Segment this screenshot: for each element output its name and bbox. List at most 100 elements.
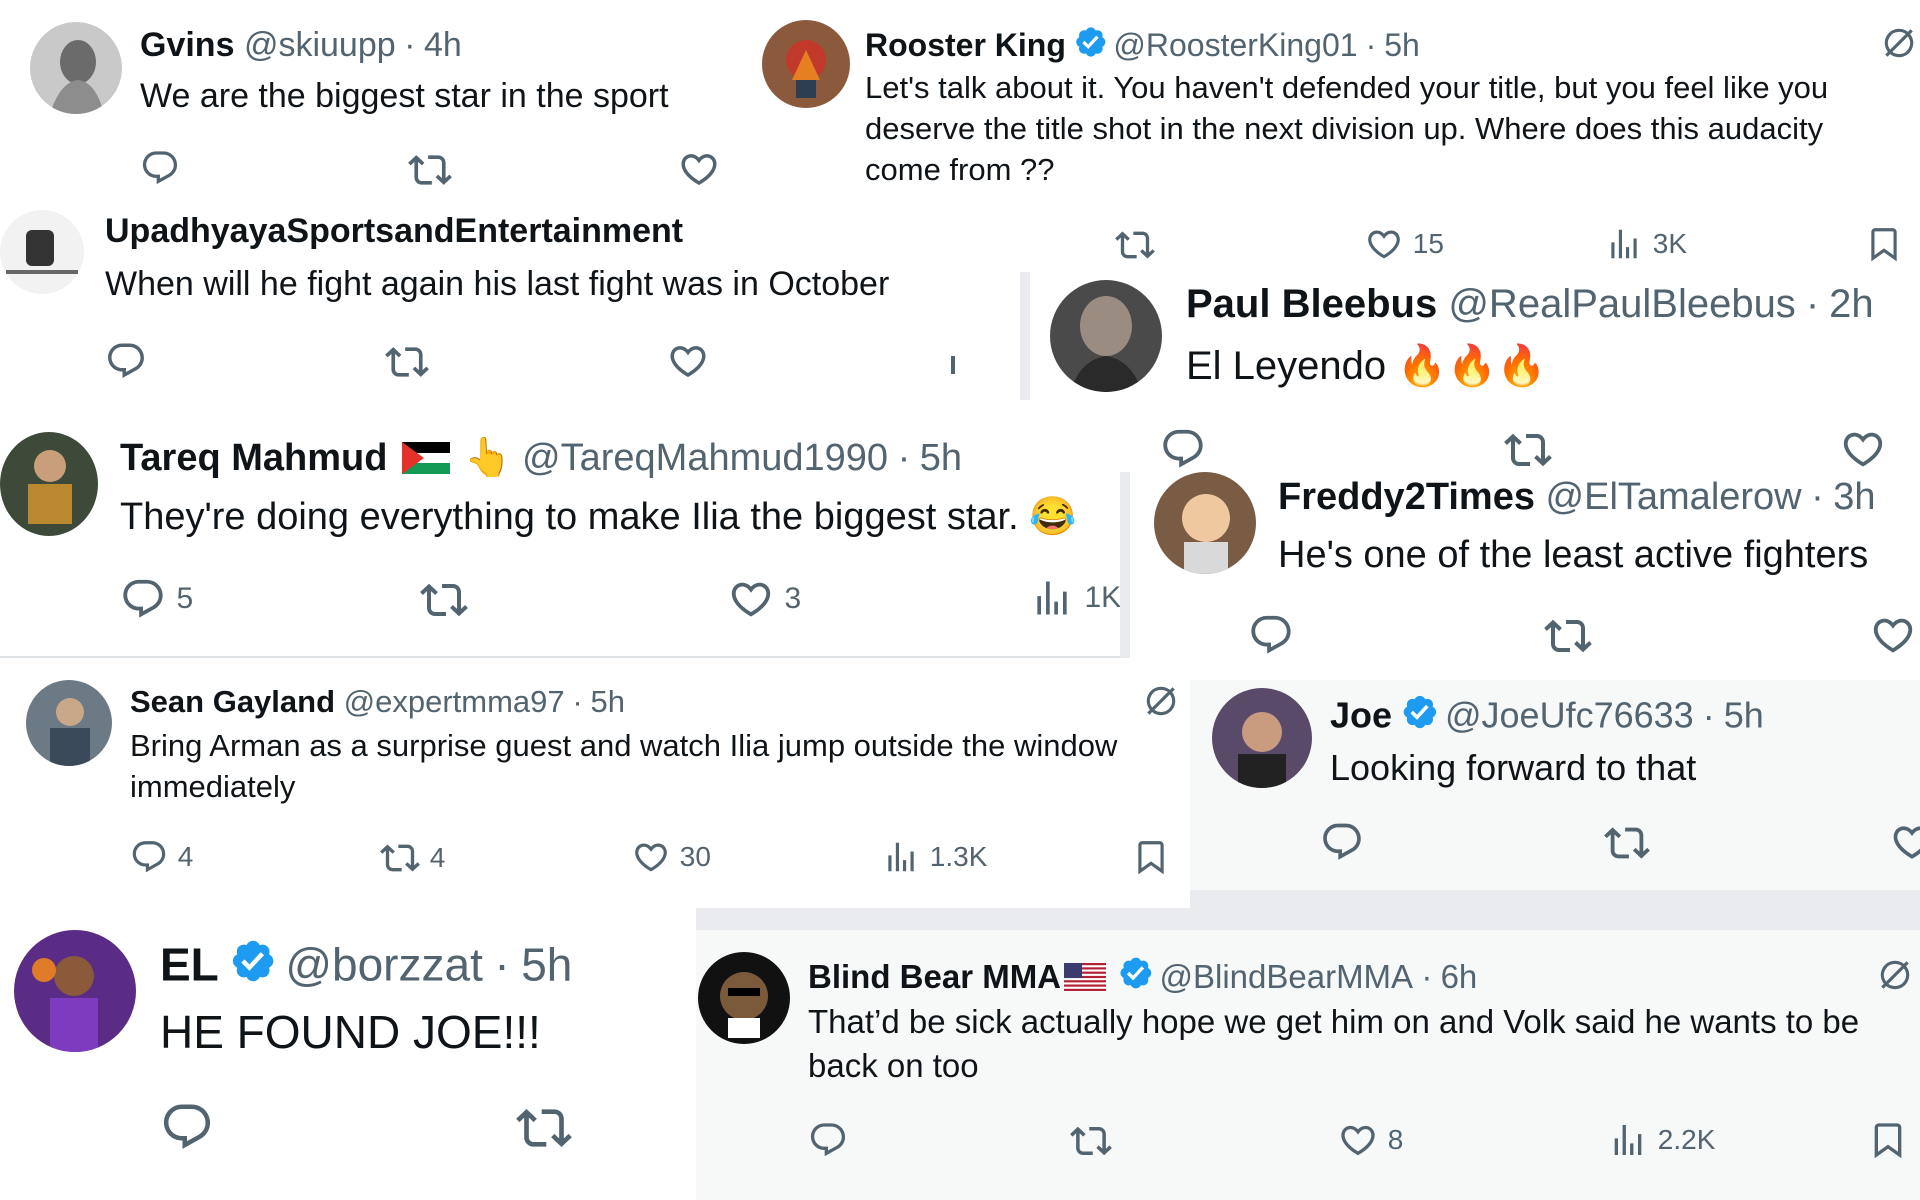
retweet-button[interactable] <box>385 340 429 384</box>
bookmark-icon <box>1132 838 1170 876</box>
display-name[interactable]: Joe <box>1330 695 1392 736</box>
avatar[interactable] <box>26 680 112 766</box>
timestamp[interactable]: 3h <box>1833 476 1875 518</box>
like-button[interactable]: 8 <box>1338 1120 1403 1160</box>
bookmark-button[interactable] <box>1865 225 1903 263</box>
tweet-text: El Leyendo 🔥🔥🔥 <box>1186 340 1886 393</box>
like-icon <box>1365 225 1403 263</box>
like-button[interactable]: 15 <box>1365 225 1444 263</box>
separator: · <box>1702 694 1715 736</box>
avatar[interactable] <box>1154 472 1256 574</box>
handle[interactable]: @RealPaulBleebus <box>1448 282 1795 326</box>
avatar[interactable] <box>14 930 136 1052</box>
reply-button[interactable] <box>105 340 147 382</box>
tweet-text: Let's talk about it. You haven't defende… <box>865 70 1829 187</box>
display-name[interactable]: Tareq Mahmud <box>120 437 387 479</box>
handle[interactable]: @borzzat <box>285 938 483 990</box>
tweet-header: EL @borzzat · 5h <box>160 936 572 991</box>
handle[interactable]: @BlindBearMMA <box>1159 958 1413 995</box>
timestamp[interactable]: 5h <box>1724 695 1764 736</box>
like-button[interactable]: 30 <box>632 838 711 876</box>
retweet-icon <box>385 340 429 384</box>
retweet-button[interactable] <box>1115 225 1155 265</box>
retweet-button[interactable] <box>1604 820 1650 866</box>
handle[interactable]: @skiuupp <box>244 26 396 64</box>
bookmark-button[interactable] <box>1132 838 1170 876</box>
timestamp[interactable]: 4h <box>424 26 462 64</box>
reply-button[interactable] <box>140 148 180 188</box>
like-button[interactable] <box>1840 426 1886 472</box>
display-name[interactable]: EL <box>160 938 219 990</box>
tweet-text: When will he fight again his last fight … <box>105 265 890 303</box>
timestamp[interactable]: 5h <box>521 938 572 990</box>
timestamp[interactable]: 2h <box>1829 282 1874 326</box>
views-button[interactable]: 3K <box>1605 225 1687 263</box>
like-button[interactable] <box>1890 820 1920 864</box>
avatar[interactable] <box>0 432 98 536</box>
grok-icon[interactable] <box>1142 682 1180 720</box>
avatar[interactable] <box>1050 280 1162 392</box>
like-button[interactable]: 3 <box>728 576 801 622</box>
reply-button[interactable] <box>1248 612 1294 658</box>
grok-icon[interactable] <box>1880 24 1918 62</box>
tweet-text-body: They're doing everything to make Ilia th… <box>120 496 1019 538</box>
avatar[interactable] <box>698 952 790 1044</box>
grok-icon[interactable] <box>1876 956 1914 994</box>
handle[interactable]: @JoeUfc76633 <box>1445 695 1694 736</box>
retweet-button[interactable] <box>516 1100 572 1156</box>
action-bar <box>160 1100 680 1140</box>
like-icon <box>1870 612 1916 658</box>
display-name[interactable]: Paul Bleebus <box>1186 282 1437 326</box>
display-name[interactable]: Sean Gayland <box>130 684 335 719</box>
handle[interactable]: @TareqMahmud1990 <box>522 437 888 479</box>
retweet-button[interactable] <box>1544 612 1592 660</box>
avatar[interactable] <box>1212 688 1312 788</box>
bookmark-button[interactable] <box>1868 1120 1908 1160</box>
reply-button[interactable] <box>160 1100 214 1154</box>
reply-button[interactable] <box>1160 426 1206 472</box>
verified-badge-icon <box>1072 24 1108 60</box>
timestamp[interactable]: 5h <box>1384 27 1420 63</box>
reply-button[interactable]: 5 <box>120 576 193 622</box>
palestine-flag-icon <box>401 441 450 474</box>
reply-button[interactable] <box>808 1120 848 1160</box>
display-name[interactable]: Rooster King <box>865 27 1066 63</box>
retweet-button[interactable] <box>408 148 452 192</box>
views-button[interactable] <box>951 356 955 374</box>
reply-button[interactable]: 4 <box>130 838 193 876</box>
separator: · <box>897 437 911 479</box>
timestamp[interactable]: 6h <box>1441 958 1478 995</box>
bookmark-icon <box>1865 225 1903 263</box>
tweet-el: EL @borzzat · 5h HE FOUND JOE!!! <box>0 908 696 1200</box>
views-button[interactable]: 1.3K <box>882 838 987 876</box>
like-button[interactable] <box>667 340 709 382</box>
retweet-button[interactable]: 4 <box>380 838 445 878</box>
reply-count: 4 <box>177 841 194 872</box>
display-name[interactable]: UpadhyayaSportsandEntertainment <box>105 212 683 250</box>
display-name[interactable]: Freddy2Times <box>1278 476 1535 518</box>
avatar[interactable] <box>762 20 850 108</box>
timestamp[interactable]: 5h <box>920 437 962 479</box>
reply-button[interactable] <box>1320 820 1364 864</box>
views-icon <box>1605 225 1643 263</box>
retweet-icon <box>1070 1120 1112 1162</box>
action-bar <box>1278 612 1918 652</box>
display-name[interactable]: Gvins <box>140 26 234 64</box>
retweet-button[interactable] <box>1504 426 1552 472</box>
handle[interactable]: @expertmma97 <box>344 684 565 719</box>
retweet-button[interactable] <box>420 576 468 624</box>
display-name[interactable]: Blind Bear MMA <box>808 958 1061 995</box>
like-button[interactable] <box>1870 612 1916 658</box>
handle[interactable]: @RoosterKing01 <box>1113 27 1357 63</box>
views-button[interactable]: 1K <box>1030 576 1120 620</box>
retweet-icon <box>1115 225 1155 265</box>
like-button[interactable] <box>678 148 720 190</box>
retweet-button[interactable] <box>1070 1120 1112 1162</box>
views-button[interactable]: 2.2K <box>1608 1120 1715 1160</box>
avatar[interactable] <box>0 210 84 294</box>
avatar[interactable] <box>30 22 122 114</box>
reply-icon <box>160 1100 214 1154</box>
separator: · <box>1811 476 1824 518</box>
timestamp[interactable]: 5h <box>590 684 624 719</box>
handle[interactable]: @ElTamalerow <box>1546 476 1802 518</box>
